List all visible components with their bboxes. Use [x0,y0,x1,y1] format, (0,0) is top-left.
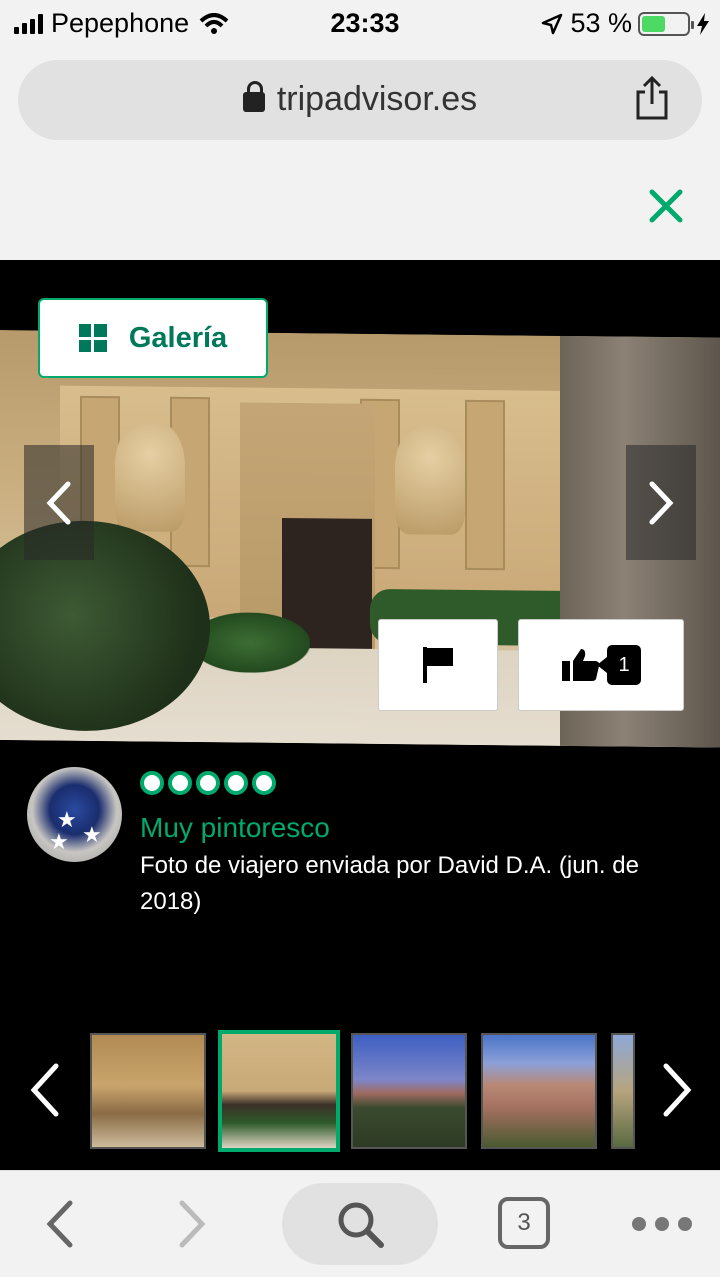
rating-bubble [168,771,192,795]
likes-count: 1 [597,645,641,685]
thumbnail[interactable] [90,1033,206,1149]
avatar[interactable]: ★ ★ ★ [27,767,122,862]
chevron-right-icon [649,481,674,524]
gallery-grid-icon [78,324,107,352]
rating-bubble [140,771,164,795]
modal-header [0,150,720,260]
thumbnail-selected[interactable] [218,1030,340,1152]
lock-icon [242,81,265,112]
flag-icon [423,647,453,683]
browser-toolbar: 3 [0,1170,720,1277]
url-display[interactable]: tripadvisor.es [18,80,702,119]
thumbnail[interactable] [351,1033,467,1149]
gallery-label: Galería [128,321,228,354]
rating-bubble [252,771,276,795]
thumbnail-strip [0,1030,720,1152]
battery-percent: 53 % [570,8,632,38]
chevron-left-icon [46,481,71,524]
tab-count: 3 [517,1209,531,1236]
tabs-button[interactable]: 3 [498,1197,550,1249]
status-right: 53 % [540,8,710,39]
rating-bubbles [140,771,276,795]
chevron-left-icon[interactable] [24,1060,64,1120]
gallery-button[interactable]: Galería [38,298,268,378]
report-button[interactable] [378,619,498,711]
url-text: tripadvisor.es [276,80,478,118]
thumbnail[interactable] [481,1033,597,1149]
back-icon[interactable] [42,1199,76,1249]
rating-bubble [196,771,220,795]
forward-icon[interactable] [176,1199,210,1249]
search-button[interactable] [282,1183,438,1265]
photo-attribution: Foto de viajero enviada por David D.A. (… [140,852,639,915]
review-title[interactable]: Muy pintoresco [140,812,330,844]
prev-photo-button[interactable] [24,445,94,560]
thumbnail[interactable] [611,1033,635,1149]
next-photo-button[interactable] [626,445,696,560]
more-icon[interactable] [632,1217,692,1231]
status-bar: Pepephone 23:33 53 % [0,0,720,48]
close-icon[interactable] [648,188,684,224]
location-icon [542,13,563,34]
search-icon [338,1202,384,1248]
charging-icon [697,12,709,35]
like-button[interactable]: 1 [518,619,684,711]
chevron-right-icon[interactable] [658,1060,698,1120]
battery-icon [638,11,694,36]
share-icon[interactable] [632,74,672,122]
address-bar[interactable]: tripadvisor.es [18,60,702,140]
rating-bubble [224,771,248,795]
thumbs-up-icon [562,649,600,681]
